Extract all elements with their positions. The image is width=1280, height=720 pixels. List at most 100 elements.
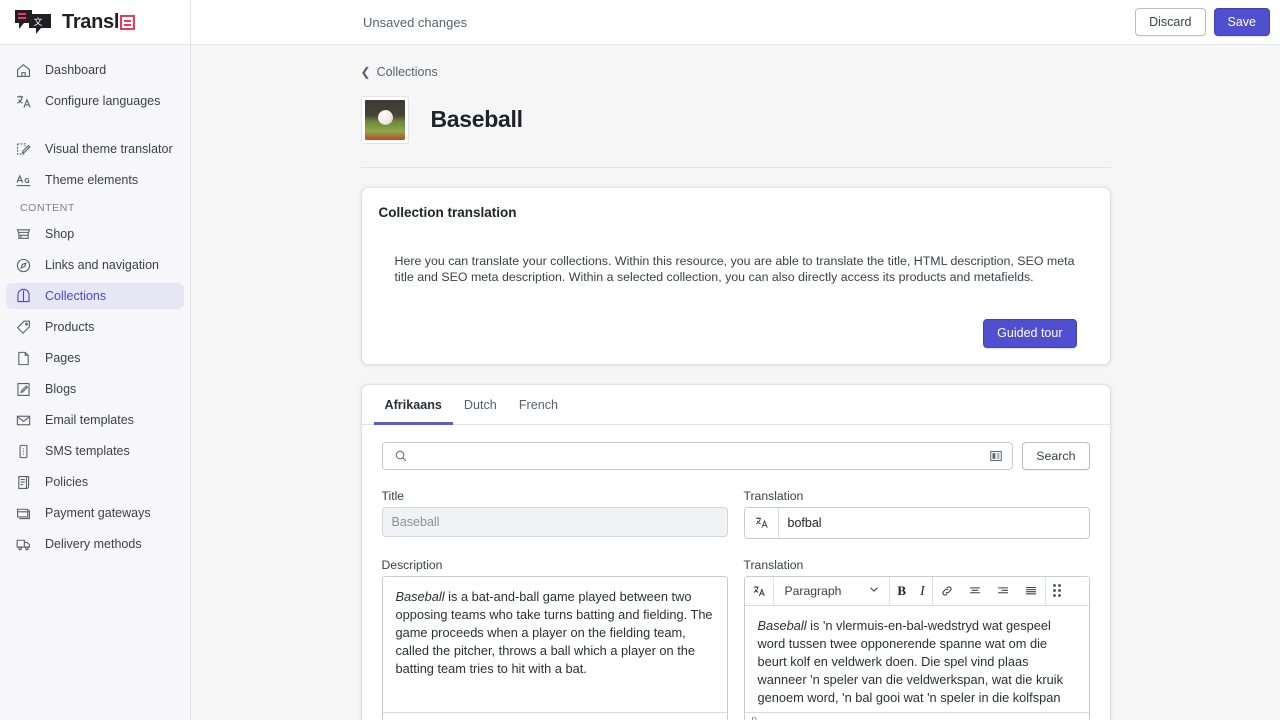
description-status-bar bbox=[382, 711, 727, 720]
brand-logo[interactable]: 文 Transl bbox=[0, 0, 190, 45]
align-justify-icon[interactable] bbox=[1017, 577, 1045, 605]
tab-afrikaans[interactable]: Afrikaans bbox=[373, 385, 453, 425]
search-field-wrapper[interactable] bbox=[381, 441, 1014, 470]
home-icon bbox=[14, 61, 33, 80]
nav-group-primary: Dashboard Configure languages Visual the… bbox=[0, 57, 190, 557]
align-center-icon[interactable] bbox=[961, 577, 989, 605]
description-translation-status-bar: p bbox=[744, 711, 1089, 720]
layout-list-icon[interactable] bbox=[987, 447, 1005, 465]
sidebar-section-content-label: CONTENT bbox=[20, 202, 75, 214]
sidebar-item-label: Email templates bbox=[45, 413, 134, 427]
sidebar-nav: Dashboard Configure languages Visual the… bbox=[0, 45, 190, 562]
sidebar-item-label: Payment gateways bbox=[45, 506, 151, 520]
sidebar-item-delivery-methods[interactable]: Delivery methods bbox=[6, 531, 184, 557]
typography-icon bbox=[14, 171, 33, 190]
sidebar-item-pages[interactable]: Pages bbox=[6, 345, 184, 371]
title-translation-input[interactable]: bofbal bbox=[779, 508, 1089, 538]
description-translation-box: Paragraph B I Baseball is 'n vlermuis-en… bbox=[743, 575, 1090, 720]
translate-icon[interactable] bbox=[745, 577, 773, 605]
description-translation-text[interactable]: Baseball is 'n vlermuis-en-bal-wedstryd … bbox=[745, 606, 1089, 712]
italic-button[interactable]: I bbox=[913, 577, 932, 605]
sidebar-item-label: Links and navigation bbox=[45, 258, 159, 272]
sidebar-item-visual-theme-translator[interactable]: Visual theme translator bbox=[6, 136, 184, 162]
sidebar-item-payment-gateways[interactable]: Payment gateways bbox=[6, 500, 184, 526]
card-title: Collection translation bbox=[378, 204, 517, 220]
sidebar-item-label: Dashboard bbox=[45, 63, 107, 77]
chevron-down-icon bbox=[867, 582, 881, 599]
sidebar-item-label: Theme elements bbox=[45, 173, 139, 187]
sidebar-item-label: Visual theme translator bbox=[45, 142, 173, 156]
collection-icon bbox=[14, 287, 33, 306]
sidebar-item-products[interactable]: Products bbox=[6, 314, 184, 340]
topbar-actions: Discard Save bbox=[1135, 7, 1270, 37]
sidebar-item-blogs[interactable]: Blogs bbox=[6, 376, 184, 402]
phone-icon bbox=[14, 442, 33, 461]
card-description: Here you can translate your collections.… bbox=[394, 253, 1075, 285]
store-icon bbox=[14, 225, 33, 244]
collection-thumbnail bbox=[360, 95, 409, 144]
description-row: Description Baseball is a bat-and-ball g… bbox=[381, 557, 1090, 720]
card-inner: Collection translation Here you can tran… bbox=[362, 188, 1110, 364]
title-field-group: Title Baseball bbox=[381, 489, 728, 539]
translate-icon[interactable] bbox=[744, 507, 779, 538]
description-box: Baseball is a bat-and-ball game played b… bbox=[381, 575, 728, 720]
sidebar-item-label: Delivery methods bbox=[45, 537, 142, 551]
breadcrumb[interactable]: ❮ Collections bbox=[361, 65, 1111, 79]
tab-dutch[interactable]: Dutch bbox=[453, 385, 508, 425]
unsaved-changes-status: Unsaved changes bbox=[363, 14, 468, 30]
app-root: 文 Transl Dashboard Configure languages V… bbox=[0, 0, 1280, 720]
sidebar-item-label: Pages bbox=[45, 351, 81, 365]
envelope-icon bbox=[14, 411, 33, 430]
sidebar-item-dashboard[interactable]: Dashboard bbox=[6, 57, 184, 83]
sidebar-item-label: Policies bbox=[45, 475, 89, 489]
blog-pencil-icon bbox=[14, 380, 33, 399]
link-icon[interactable] bbox=[933, 577, 961, 605]
payment-card-icon bbox=[14, 504, 33, 523]
description-translation-emphasis: Baseball bbox=[757, 617, 807, 633]
sidebar-item-label: Shop bbox=[45, 227, 75, 241]
align-right-icon[interactable] bbox=[989, 577, 1017, 605]
search-icon bbox=[392, 447, 410, 465]
discard-button[interactable]: Discard bbox=[1135, 7, 1206, 37]
sidebar-item-policies[interactable]: Policies bbox=[6, 469, 184, 495]
search-input[interactable] bbox=[416, 447, 981, 464]
truck-icon bbox=[14, 535, 33, 554]
page-title: Baseball bbox=[430, 106, 524, 133]
sidebar-item-shop[interactable]: Shop bbox=[6, 221, 184, 247]
description-translation-label: Translation bbox=[743, 557, 804, 572]
description-label: Description bbox=[381, 557, 443, 572]
sidebar-item-email-templates[interactable]: Email templates bbox=[6, 407, 184, 433]
title-input: Baseball bbox=[381, 506, 728, 537]
guided-tour-button[interactable]: Guided tour bbox=[983, 319, 1077, 348]
block-format-select[interactable]: Paragraph bbox=[774, 577, 890, 605]
title-fields-row: Title Baseball Translation bofbal bbox=[381, 488, 1090, 539]
tab-french[interactable]: French bbox=[508, 385, 569, 425]
baseball-image bbox=[364, 99, 405, 140]
sidebar: 文 Transl Dashboard Configure languages V… bbox=[0, 0, 191, 720]
bold-button[interactable]: B bbox=[890, 577, 913, 605]
title-translation-group: Translation bofbal bbox=[743, 488, 1090, 539]
sidebar-item-label: SMS templates bbox=[45, 444, 130, 458]
translation-panel: Search Title Baseball Translation bofbal… bbox=[362, 425, 1110, 720]
description-translation-group: Translation Paragraph B I Baseball is 'n… bbox=[743, 557, 1090, 720]
translate-chat-icon: 文 bbox=[14, 9, 54, 35]
top-bar: Unsaved changes Discard Save bbox=[191, 0, 1280, 45]
page-header: Baseball bbox=[360, 91, 1111, 168]
save-button[interactable]: Save bbox=[1213, 7, 1270, 37]
sidebar-item-theme-elements[interactable]: Theme elements bbox=[6, 167, 184, 193]
sidebar-item-configure-languages[interactable]: Configure languages bbox=[6, 88, 184, 114]
chevron-left-icon: ❮ bbox=[360, 65, 371, 79]
sidebar-item-label: Configure languages bbox=[45, 94, 161, 108]
theme-edit-icon bbox=[14, 140, 33, 159]
translate-icon bbox=[14, 92, 33, 111]
search-button[interactable]: Search bbox=[1022, 441, 1090, 470]
language-tabs: Afrikaans Dutch French bbox=[361, 385, 1110, 425]
sidebar-item-sms-templates[interactable]: SMS templates bbox=[6, 438, 184, 464]
breadcrumb-label: Collections bbox=[376, 65, 438, 79]
sidebar-item-links-and-navigation[interactable]: Links and navigation bbox=[6, 252, 184, 278]
sidebar-item-collections[interactable]: Collections bbox=[6, 283, 184, 309]
title-translation-label: Translation bbox=[743, 488, 804, 503]
drag-grip-icon[interactable] bbox=[1046, 577, 1068, 605]
compass-icon bbox=[14, 256, 33, 275]
search-row: Search bbox=[381, 441, 1090, 470]
